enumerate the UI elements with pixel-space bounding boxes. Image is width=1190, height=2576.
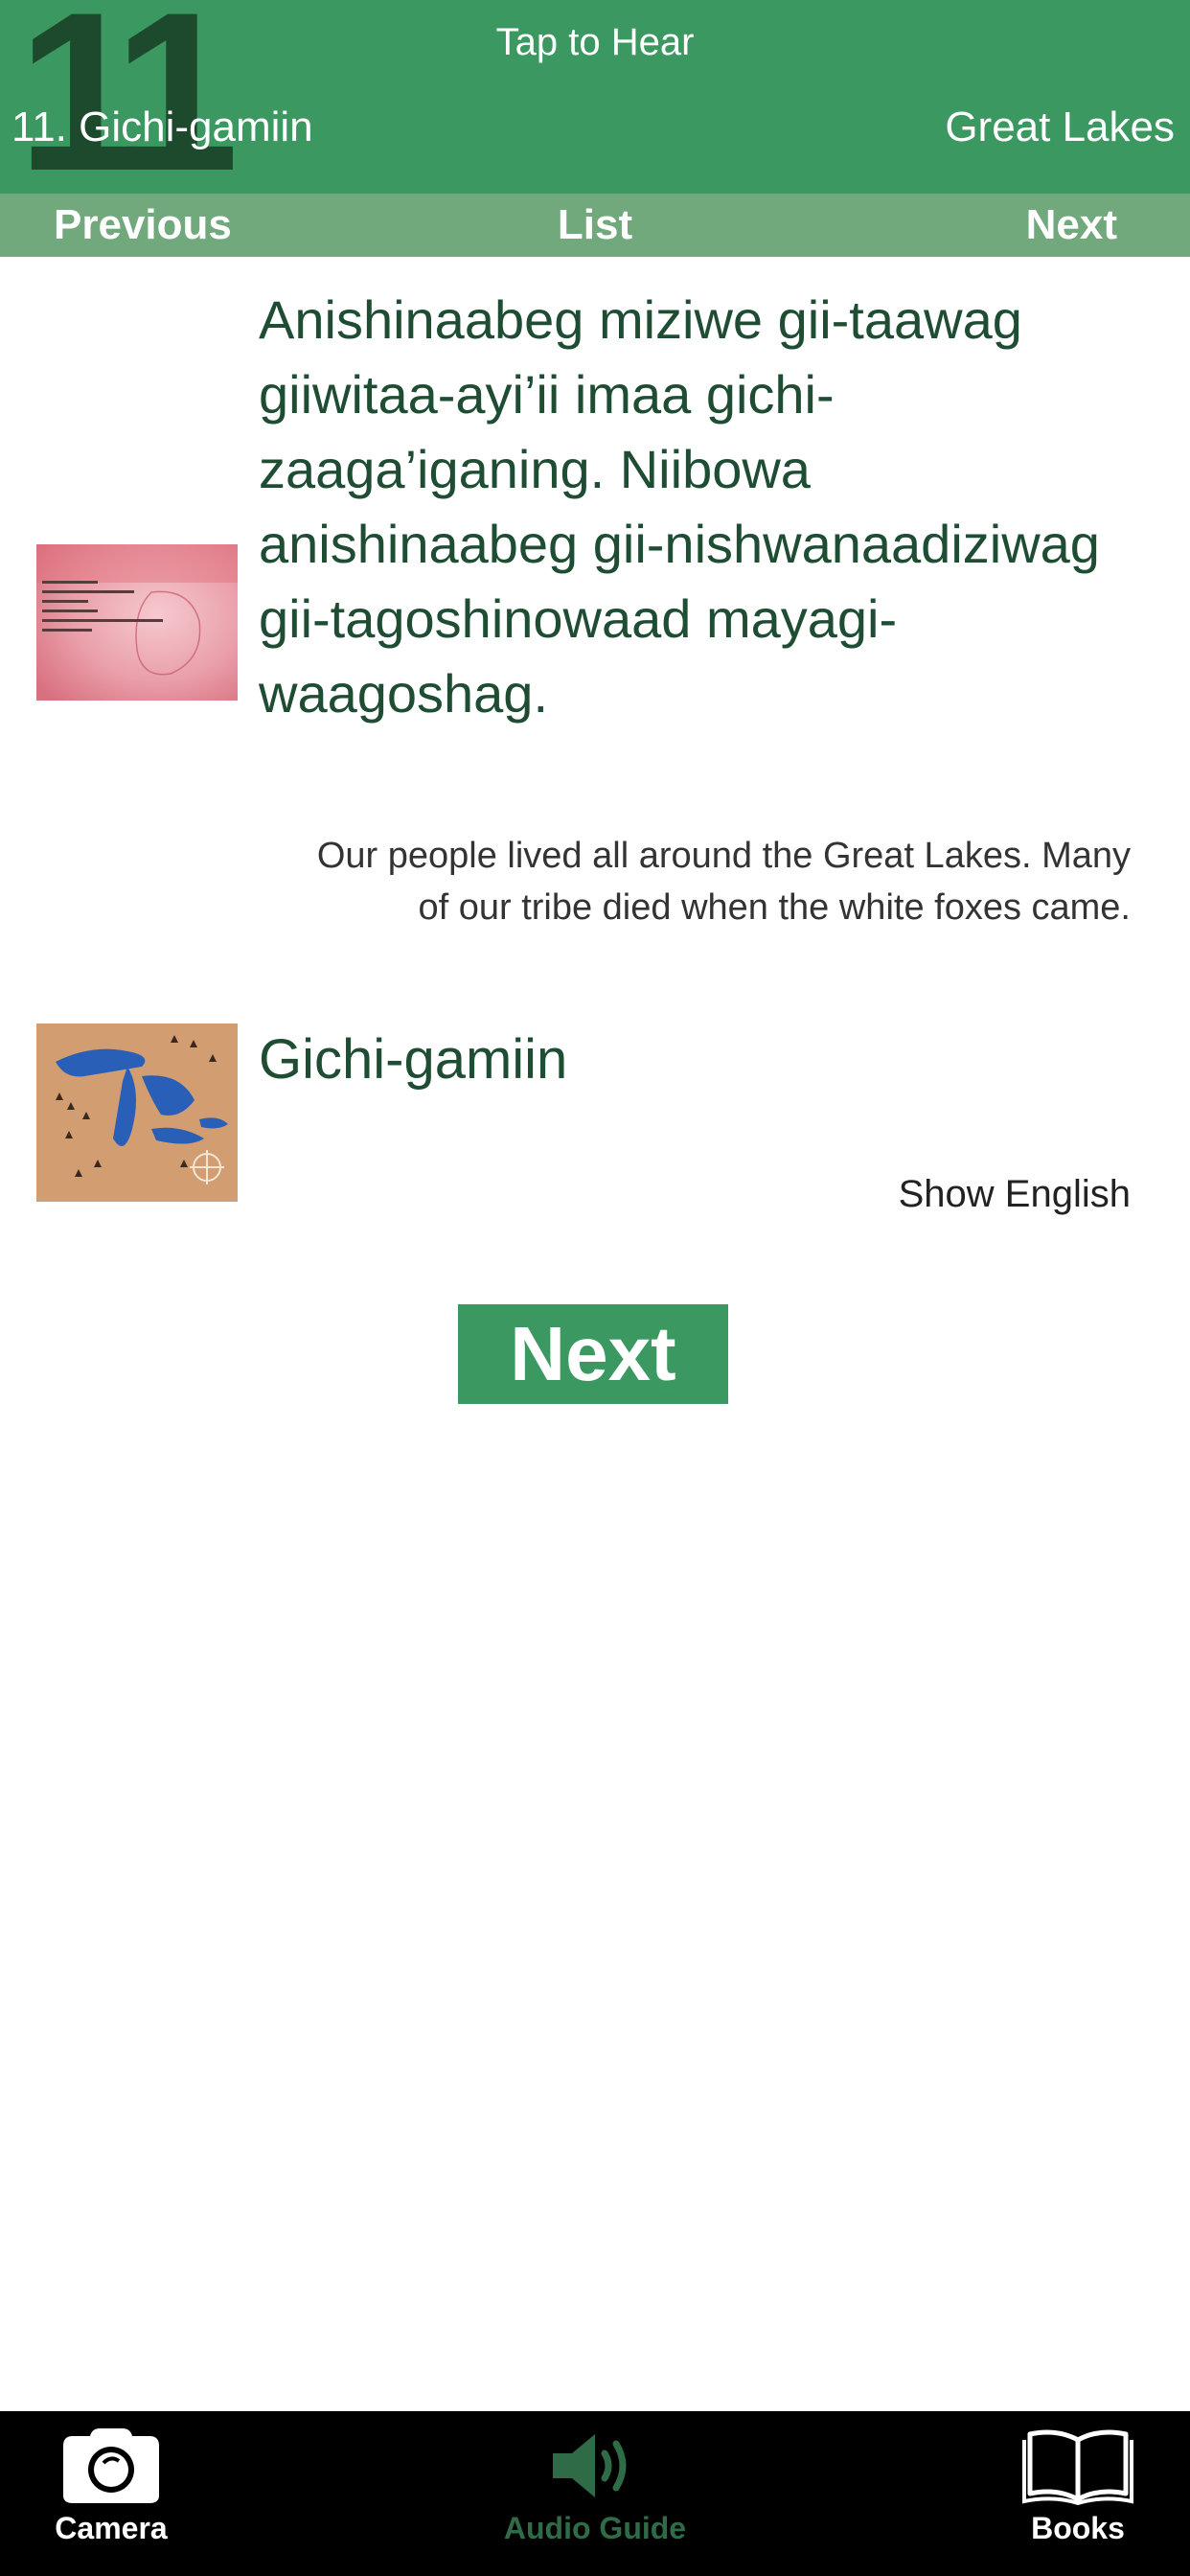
- speaker-icon: [553, 2434, 627, 2497]
- page-title-english: Great Lakes: [945, 104, 1175, 150]
- next-button[interactable]: Next: [458, 1304, 728, 1404]
- book-icon: [1022, 2429, 1133, 2505]
- camera-icon: [63, 2428, 159, 2503]
- previous-button[interactable]: Previous: [54, 201, 232, 249]
- tab-books[interactable]: Books: [963, 2426, 1190, 2546]
- tab-audio-guide[interactable]: Audio Guide: [480, 2426, 710, 2546]
- next-nav-button[interactable]: Next: [1026, 201, 1117, 249]
- tap-to-hear-button[interactable]: Tap to Hear: [0, 21, 1190, 64]
- great-lakes-map-illustration: [36, 1024, 238, 1202]
- header: 11 Tap to Hear 11. Gichi-gamiin Great La…: [0, 0, 1190, 194]
- sentence-illustration: [36, 544, 238, 701]
- tab-books-label: Books: [1031, 2511, 1125, 2545]
- ojibwe-sentence[interactable]: Anishinaabeg miziwe gii-taawag giiwitaa-…: [259, 283, 1121, 731]
- sentence-thumbnail[interactable]: [36, 544, 238, 701]
- vocab-word[interactable]: Gichi-gamiin: [259, 1027, 567, 1092]
- tab-audio-guide-label: Audio Guide: [503, 2511, 687, 2545]
- navigation-bar: Previous List Next: [0, 194, 1190, 257]
- list-button[interactable]: List: [558, 201, 632, 248]
- page-title-ojibwe: 11. Gichi-gamiin: [11, 104, 313, 150]
- english-translation: Our people lived all around the Great La…: [316, 836, 1131, 928]
- show-english-button[interactable]: Show English: [899, 1173, 1131, 1216]
- vocab-thumbnail[interactable]: [36, 1024, 238, 1202]
- tab-camera[interactable]: Camera: [0, 2426, 226, 2546]
- tab-bar: Camera Audio Guide Books: [0, 2411, 1190, 2576]
- tab-camera-label: Camera: [55, 2511, 168, 2545]
